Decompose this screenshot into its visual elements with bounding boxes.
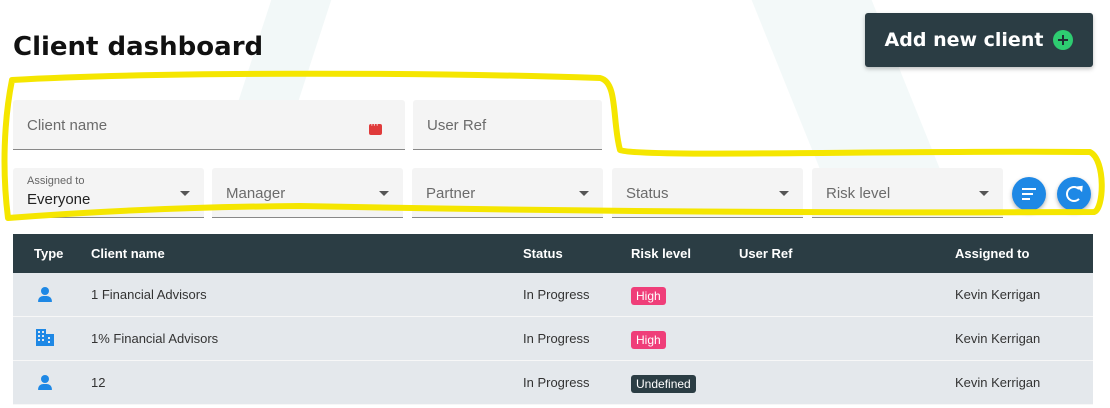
- plus-circle-icon: [1053, 30, 1074, 50]
- manager-select[interactable]: Manager: [212, 168, 403, 218]
- building-icon: [36, 329, 54, 346]
- assigned-to-cell: Kevin Kerrigan: [955, 375, 1041, 390]
- partner-placeholder: Partner: [426, 185, 476, 202]
- risk-level-badge: High: [631, 287, 666, 305]
- column-header-type[interactable]: Type: [34, 246, 63, 261]
- person-icon: [37, 287, 53, 303]
- risk-level-select[interactable]: Risk level: [812, 168, 1003, 218]
- table-row[interactable]: 12 In Progress Undefined Kevin Kerrigan: [13, 361, 1093, 405]
- user-ref-placeholder: User Ref: [427, 117, 487, 134]
- more-dots-icon[interactable]: [369, 119, 382, 135]
- status-cell: In Progress: [523, 375, 590, 390]
- column-header-risk-level[interactable]: Risk level: [631, 246, 691, 261]
- client-name-cell[interactable]: 1 Financial Advisors: [91, 287, 207, 302]
- table-row[interactable]: 1 Financial Advisors In Progress High Ke…: [13, 273, 1093, 317]
- client-name-placeholder: Client name: [27, 117, 108, 134]
- clients-table: Type Client name Status Risk level User …: [13, 234, 1093, 405]
- filter-list-button[interactable]: [1012, 177, 1046, 211]
- risk-level-badge: Undefined: [631, 375, 696, 393]
- refresh-button[interactable]: [1057, 177, 1091, 211]
- risk-level-badge: High: [631, 331, 666, 349]
- assigned-to-cell: Kevin Kerrigan: [955, 331, 1041, 346]
- assigned-to-cell: Kevin Kerrigan: [955, 287, 1041, 302]
- client-name-cell[interactable]: 1% Financial Advisors: [91, 331, 218, 346]
- assigned-to-value: Everyone: [27, 191, 91, 208]
- risk-level-placeholder: Risk level: [826, 185, 891, 202]
- manager-placeholder: Manager: [226, 185, 286, 202]
- status-cell: In Progress: [523, 287, 590, 302]
- client-name-cell[interactable]: 12: [91, 375, 105, 390]
- column-header-assigned-to[interactable]: Assigned to: [955, 246, 1029, 261]
- status-cell: In Progress: [523, 331, 590, 346]
- page-title: Client dashboard: [13, 32, 264, 62]
- add-new-client-label: Add new client: [884, 29, 1044, 51]
- column-header-status[interactable]: Status: [523, 246, 563, 261]
- chevron-down-icon: [779, 191, 789, 196]
- chevron-down-icon: [379, 191, 389, 196]
- table-row[interactable]: 1% Financial Advisors In Progress High K…: [13, 317, 1093, 361]
- refresh-icon: [1066, 186, 1082, 202]
- table-header: Type Client name Status Risk level User …: [13, 234, 1093, 273]
- filter-lines-icon: [1022, 188, 1036, 200]
- column-header-user-ref[interactable]: User Ref: [739, 246, 792, 261]
- status-select[interactable]: Status: [612, 168, 803, 218]
- add-new-client-button[interactable]: Add new client: [865, 13, 1093, 67]
- person-icon: [37, 375, 53, 391]
- user-ref-field[interactable]: User Ref: [413, 100, 602, 150]
- assigned-to-label: Assigned to: [27, 175, 85, 187]
- column-header-client-name[interactable]: Client name: [91, 246, 165, 261]
- chevron-down-icon: [180, 191, 190, 196]
- client-name-field[interactable]: Client name: [13, 100, 405, 150]
- chevron-down-icon: [979, 191, 989, 196]
- assigned-to-select[interactable]: Assigned to Everyone: [13, 168, 204, 218]
- chevron-down-icon: [579, 191, 589, 196]
- partner-select[interactable]: Partner: [412, 168, 603, 218]
- status-placeholder: Status: [626, 185, 669, 202]
